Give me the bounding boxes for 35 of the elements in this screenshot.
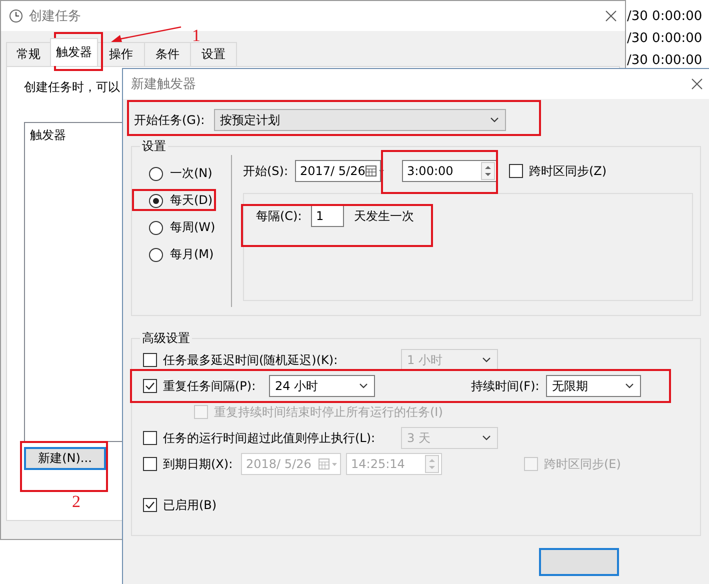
radio-label: 一次(N): [170, 165, 212, 182]
column-header: 触发器: [30, 128, 66, 142]
dropdown[interactable]: 无限期: [546, 375, 641, 397]
checkbox-label: 到期日期(X):: [163, 456, 233, 472]
dropdown[interactable]: 24 小时: [269, 375, 375, 397]
field-label: 持续时间(F):: [471, 378, 540, 394]
date-field[interactable]: 2017/ 5/26: [295, 160, 381, 182]
checkbox-label: 跨时区同步(E): [544, 456, 621, 472]
field-label: 每隔(C):: [256, 208, 303, 224]
new-button[interactable]: 新建(N)...: [24, 447, 106, 470]
number-field[interactable]: 1: [311, 205, 344, 227]
window-title: 创建任务: [29, 8, 82, 25]
time-field[interactable]: 3:00:00: [402, 160, 498, 182]
radio-label: 每天(D): [170, 192, 213, 209]
tab[interactable]: 常规: [6, 42, 51, 66]
dropdown[interactable]: 按预定计划: [214, 109, 506, 131]
list-cell-text: /30 0:00:00: [627, 52, 702, 70]
window-title: 新建触发器: [131, 76, 197, 93]
radio-label: 每周(W): [170, 219, 216, 236]
checkbox-label: 已启用(B): [163, 496, 217, 514]
list-cell-text: /30 0:00:00: [627, 30, 702, 48]
tab[interactable]: 设置: [190, 42, 237, 66]
radio-label: 每月(M): [170, 246, 214, 263]
checkbox-label: 跨时区同步(Z): [529, 162, 607, 180]
checkbox-label: 任务的运行时间超过此值则停止执行(L):: [163, 430, 376, 446]
description-text: 创建任务时，可以: [24, 79, 120, 96]
annotation-number: 2: [72, 492, 80, 512]
list-cell-text: /30 0:00:00: [627, 8, 702, 26]
checkbox-label: 重复持续时间结束时停止所有运行的任务(I): [214, 404, 443, 420]
checkbox-label: 重复任务间隔(P):: [163, 378, 256, 394]
field-label: 开始任务(G):: [134, 112, 206, 128]
field-label: 开始(S):: [243, 162, 290, 180]
checkbox-label: 任务最多延迟时间(随机延迟)(K):: [163, 352, 338, 368]
tab[interactable]: 触发器: [50, 38, 98, 66]
unit-label: 天发生一次: [354, 208, 414, 224]
